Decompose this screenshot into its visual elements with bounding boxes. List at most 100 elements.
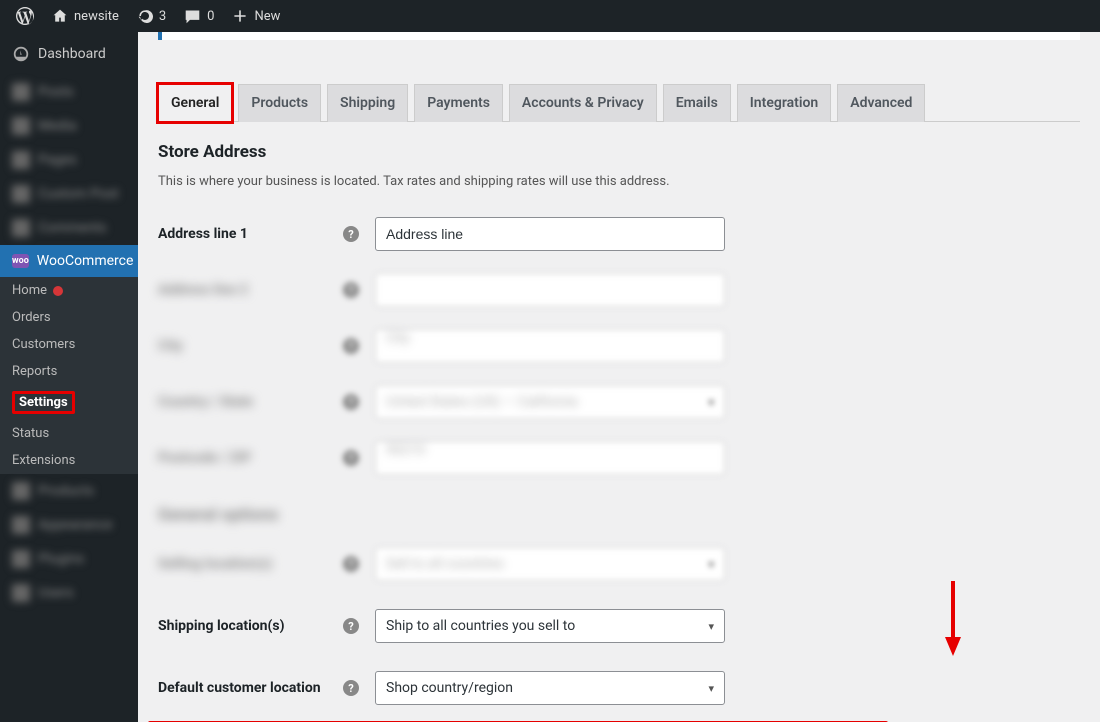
menu-blurred[interactable]: Comments (0, 211, 138, 245)
row-general-heading: General options (158, 505, 1080, 525)
input-city[interactable]: City (375, 329, 725, 363)
select-default-customer-loc[interactable]: Shop country/region ▾ (375, 671, 725, 705)
menu-woocommerce-label: WooCommerce (37, 253, 134, 269)
input-address1[interactable] (375, 217, 725, 251)
label-selling-locations: Selling location(s) (158, 556, 343, 572)
comment-icon (184, 8, 201, 25)
menu-blurred[interactable]: Appearance (0, 508, 138, 542)
tab-integration[interactable]: Integration (737, 84, 831, 122)
woocommerce-icon: woo (12, 254, 29, 268)
help-icon[interactable]: ? (343, 282, 359, 298)
tab-accounts-privacy[interactable]: Accounts & Privacy (509, 84, 657, 122)
blur-icon (12, 550, 30, 568)
refresh-icon (137, 8, 153, 24)
menu-dashboard[interactable]: Dashboard (0, 32, 138, 75)
heading-general-options: General options (158, 505, 343, 525)
menu-blurred[interactable]: Users (0, 576, 138, 610)
update-count: 3 (159, 9, 166, 24)
wp-logo[interactable] (8, 0, 42, 32)
row-shipping-locations: Shipping location(s) ? Ship to all count… (158, 609, 1080, 643)
label-country: Country / State (158, 394, 343, 410)
blur-icon (12, 482, 30, 500)
menu-blurred[interactable]: Products (0, 474, 138, 508)
help-icon[interactable]: ? (343, 556, 359, 572)
section-title: Store Address (158, 142, 1080, 162)
help-icon[interactable]: ? (343, 450, 359, 466)
row-default-customer-location: Default customer location ? Shop country… (158, 671, 1080, 705)
chevron-down-icon: ▾ (708, 558, 714, 571)
tab-shipping[interactable]: Shipping (327, 84, 408, 122)
input-postcode[interactable]: 90210 (375, 441, 725, 475)
blur-icon (12, 584, 30, 602)
input-address2[interactable] (375, 273, 725, 307)
new-label: New (254, 9, 280, 24)
site-home-link[interactable]: newsite (44, 0, 127, 32)
help-icon[interactable]: ? (343, 618, 359, 634)
help-icon[interactable]: ? (343, 394, 359, 410)
chevron-down-icon: ▾ (708, 682, 714, 695)
updates-link[interactable]: 3 (129, 0, 174, 32)
row-postcode: Postcode / ZIP ? 90210 (158, 441, 1080, 475)
submenu-settings[interactable]: Settings (0, 385, 138, 420)
row-city: City ? City (158, 329, 1080, 363)
label-city: City (158, 338, 343, 354)
label-address1: Address line 1 (158, 226, 343, 242)
chevron-down-icon: ▾ (708, 620, 714, 633)
submenu-status[interactable]: Status (0, 420, 138, 447)
submenu-customers[interactable]: Customers (0, 331, 138, 358)
blur-icon (12, 219, 30, 237)
menu-blurred[interactable]: Pages (0, 143, 138, 177)
wordpress-icon (16, 7, 34, 25)
plus-icon (232, 8, 248, 24)
section-description: This is where your business is located. … (158, 174, 1080, 189)
tab-payments[interactable]: Payments (414, 84, 503, 122)
row-country: Country / State ? United States (US) — C… (158, 385, 1080, 419)
comments-link[interactable]: 0 (176, 0, 222, 32)
menu-blurred[interactable]: Media (0, 109, 138, 143)
select-country[interactable]: United States (US) — California ▾ (375, 385, 725, 419)
notice-banner (158, 32, 1080, 40)
select-shipping-locations[interactable]: Ship to all countries you sell to ▾ (375, 609, 725, 643)
new-content-link[interactable]: New (224, 0, 288, 32)
row-address-line-1: Address line 1 ? (158, 217, 1080, 251)
help-icon[interactable]: ? (343, 226, 359, 242)
admin-bar: newsite 3 0 New (0, 0, 1100, 32)
woocommerce-submenu: Home Orders Customers Reports Settings S… (0, 277, 138, 474)
tab-general[interactable]: General (158, 84, 232, 122)
submenu-orders[interactable]: Orders (0, 304, 138, 331)
menu-dashboard-label: Dashboard (38, 46, 106, 62)
menu-blurred[interactable]: Plugins (0, 542, 138, 576)
row-selling-locations: Selling location(s) ? Sell to all countr… (158, 547, 1080, 581)
blur-icon (12, 151, 30, 169)
label-shipping-locations: Shipping location(s) (158, 618, 343, 634)
comment-count: 0 (207, 9, 214, 24)
blur-icon (12, 83, 30, 101)
menu-woocommerce[interactable]: woo WooCommerce (0, 245, 138, 277)
tab-products[interactable]: Products (238, 84, 321, 122)
menu-blurred[interactable]: Posts (0, 75, 138, 109)
label-address2: Address line 2 (158, 282, 343, 298)
label-default-customer-loc: Default customer location (158, 680, 343, 696)
submenu-reports[interactable]: Reports (0, 358, 138, 385)
submenu-extensions[interactable]: Extensions (0, 447, 138, 474)
chevron-down-icon: ▾ (708, 396, 714, 409)
settings-tabs: GeneralProductsShippingPaymentsAccounts … (158, 84, 1080, 122)
tab-advanced[interactable]: Advanced (837, 84, 925, 122)
home-icon (52, 8, 68, 24)
label-postcode: Postcode / ZIP (158, 450, 343, 466)
main-content: GeneralProductsShippingPaymentsAccounts … (138, 32, 1100, 722)
dashboard-icon (12, 45, 30, 63)
help-icon[interactable]: ? (343, 680, 359, 696)
tab-emails[interactable]: Emails (663, 84, 731, 122)
select-selling-locations[interactable]: Sell to all countries ▾ (375, 547, 725, 581)
admin-sidebar: Dashboard PostsMediaPagesCustom PostComm… (0, 32, 138, 722)
site-name-label: newsite (74, 9, 119, 24)
blur-icon (12, 516, 30, 534)
submenu-home[interactable]: Home (0, 277, 138, 304)
menu-blurred[interactable]: Custom Post (0, 177, 138, 211)
blur-icon (12, 185, 30, 203)
row-address-line-2: Address line 2 ? (158, 273, 1080, 307)
blur-icon (12, 117, 30, 135)
help-icon[interactable]: ? (343, 338, 359, 354)
notification-dot-icon (53, 286, 63, 296)
